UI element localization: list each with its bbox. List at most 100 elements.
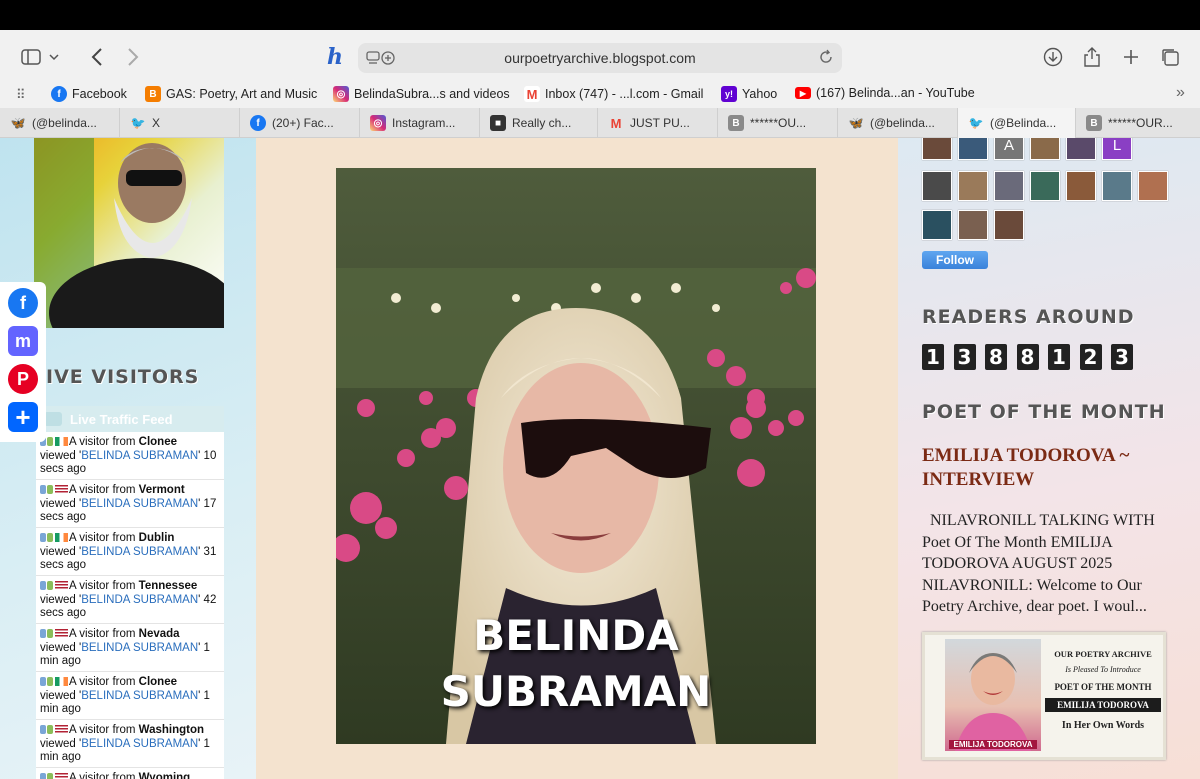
poet-of-month-banner[interactable]: EMILIJA TODOROVA OUR POETRY ARCHIVE Is P…: [922, 632, 1166, 760]
facebook-share-icon[interactable]: f: [8, 288, 38, 318]
tab-instagram[interactable]: ◎ Instagram...: [360, 108, 480, 138]
visit-row: A visitor from Washington viewed 'BELINDA…: [36, 720, 224, 768]
visit-page-link[interactable]: BELINDA SUBRAMAN: [81, 594, 198, 606]
reload-icon[interactable]: [818, 49, 834, 68]
tab-bar: 🦋 (@belinda... 🐦 X f (20+) Fac... ◎ Instagra…: [0, 108, 1200, 138]
follower-avatar[interactable]: [922, 138, 952, 160]
visit-page-link[interactable]: BELINDA SUBRAMAN: [81, 498, 198, 510]
instagram-icon: ◎: [333, 86, 349, 102]
visit-prefix: A visitor from: [69, 628, 139, 640]
butterfly-icon: 🦋: [10, 116, 26, 130]
tab-bluesky-1[interactable]: 🦋 (@belinda...: [0, 108, 120, 138]
forward-icon[interactable]: [118, 42, 148, 72]
follower-avatar[interactable]: [922, 171, 952, 201]
banner-line1: OUR POETRY ARCHIVE: [1054, 649, 1152, 659]
blogger-icon: B: [145, 86, 161, 102]
traffic-feed-title: Live Traffic Feed: [70, 411, 173, 427]
visit-row: A visitor from Nevada viewed 'BELINDA SUB…: [36, 624, 224, 672]
visit-prefix: A visitor from: [69, 724, 139, 736]
follow-button[interactable]: Follow: [922, 251, 988, 269]
tab-label: X: [152, 116, 161, 130]
bookmark-label: Facebook: [72, 87, 127, 101]
visit-viewed: viewed ': [40, 545, 82, 558]
visit-page-link[interactable]: BELINDA SUBRAMAN: [81, 546, 198, 558]
grid-icon[interactable]: ⠿: [16, 87, 26, 103]
visit-prefix: A visitor from: [69, 484, 139, 496]
poet-of-month-link[interactable]: EMILIJA TODOROVA ~ INTERVIEW: [922, 444, 1162, 492]
follower-avatar[interactable]: [922, 210, 952, 240]
extension-h-icon[interactable]: h: [320, 42, 350, 72]
blogger-b-icon: B: [728, 115, 744, 131]
visit-page-link[interactable]: BELINDA SUBRAMAN: [81, 738, 198, 750]
follower-avatar[interactable]: [1102, 171, 1132, 201]
photo-caption-line2: SUBRAMAN: [440, 667, 712, 716]
follower-avatar[interactable]: [1066, 138, 1096, 160]
visit-page-link[interactable]: BELINDA SUBRAMAN: [81, 450, 198, 462]
visit-page-link[interactable]: BELINDA SUBRAMAN: [81, 642, 198, 654]
tab-label: Instagram...: [392, 116, 456, 130]
counter-digit: 1: [922, 344, 944, 370]
bookmark-yahoo[interactable]: y! Yahoo: [721, 86, 777, 102]
url-text[interactable]: ourpoetryarchive.blogspot.com: [504, 50, 695, 66]
visit-page-link[interactable]: BELINDA SUBRAMAN: [81, 690, 198, 702]
visit-viewed: viewed ': [40, 641, 82, 654]
visits-list: A visitor from Clonee viewed 'BELINDA SUB…: [36, 432, 224, 779]
tab-label: JUST PU...: [630, 116, 690, 130]
bookmark-gas[interactable]: B GAS: Poetry, Art and Music: [145, 86, 317, 102]
add-share-icon[interactable]: +: [8, 402, 38, 432]
downloads-icon[interactable]: [1038, 42, 1068, 72]
pinterest-share-icon[interactable]: P: [8, 364, 38, 394]
banner-line3: POET OF THE MONTH: [1054, 682, 1152, 692]
visitor-device-icons: [40, 724, 69, 736]
back-icon[interactable]: [82, 42, 112, 72]
follower-avatar[interactable]: A: [994, 138, 1024, 160]
page-menu-icon[interactable]: [366, 50, 396, 69]
follower-avatar[interactable]: [1138, 171, 1168, 201]
banner-line4: EMILIJA TODOROVA: [1045, 698, 1161, 712]
instagram-icon: ◎: [370, 115, 386, 131]
chevron-down-icon[interactable]: [46, 42, 62, 72]
more-bookmarks-icon[interactable]: »: [1176, 84, 1185, 102]
tab-overview-icon[interactable]: [1155, 42, 1185, 72]
tab-bluesky-2[interactable]: 🦋 (@belinda...: [838, 108, 958, 138]
bookmark-youtube[interactable]: ▶ (167) Belinda...an - YouTube: [795, 86, 975, 100]
visit-place: Nevada: [138, 628, 180, 640]
follower-avatar[interactable]: [1030, 171, 1060, 201]
poet-of-month-excerpt: NILAVRONILL TALKING WITH Poet Of The Mon…: [922, 512, 1155, 615]
mastodon-share-icon[interactable]: m: [8, 326, 38, 356]
bookmark-label: BelindaSubra...s and videos: [354, 87, 510, 101]
follower-avatar[interactable]: [994, 171, 1024, 201]
tab-label: ******OU...: [750, 116, 807, 130]
follower-avatar[interactable]: [1030, 138, 1060, 160]
tab-really[interactable]: ■ Really ch...: [480, 108, 598, 138]
share-icon[interactable]: [1077, 42, 1107, 72]
poet-of-month-title: POET OF THE MONTH: [922, 401, 1166, 423]
bookmark-facebook[interactable]: f Facebook: [51, 86, 127, 102]
follower-avatar[interactable]: [1066, 171, 1096, 201]
tab-blogger-1[interactable]: B ******OU...: [718, 108, 838, 138]
tab-gmail[interactable]: M JUST PU...: [598, 108, 718, 138]
gmail-icon: M: [524, 86, 540, 102]
readers-around-title: READERS AROUND: [922, 306, 1135, 328]
visitor-device-icons: [40, 628, 69, 640]
follower-avatar[interactable]: [994, 210, 1024, 240]
follower-avatar[interactable]: L: [1102, 138, 1132, 160]
follower-avatar[interactable]: [958, 171, 988, 201]
visit-prefix: A visitor from: [69, 532, 139, 544]
counter-digit: 3: [953, 344, 976, 370]
tab-facebook[interactable]: f (20+) Fac...: [240, 108, 360, 138]
bookmark-instagram[interactable]: ◎ BelindaSubra...s and videos: [333, 86, 510, 102]
sidebar-toggle-icon[interactable]: [16, 42, 46, 72]
new-tab-icon[interactable]: [1116, 42, 1146, 72]
follower-avatar[interactable]: [958, 138, 988, 160]
tab-blogger-2[interactable]: B ******OUR...: [1076, 108, 1200, 138]
gmail-icon: M: [610, 115, 622, 131]
visit-row: A visitor from Dublin viewed 'BELINDA SUB…: [36, 528, 224, 576]
follower-avatar[interactable]: [958, 210, 988, 240]
tab-twitter-active[interactable]: 🐦 (@Belinda...: [958, 108, 1076, 138]
bookmark-gmail[interactable]: M Inbox (747) - ...l.com - Gmail: [524, 86, 703, 102]
bookmark-label: GAS: Poetry, Art and Music: [166, 87, 318, 101]
tab-x[interactable]: 🐦 X: [120, 108, 240, 138]
counter-digit: 3: [1111, 344, 1133, 370]
address-bar[interactable]: ourpoetryarchive.blogspot.com: [358, 43, 842, 73]
